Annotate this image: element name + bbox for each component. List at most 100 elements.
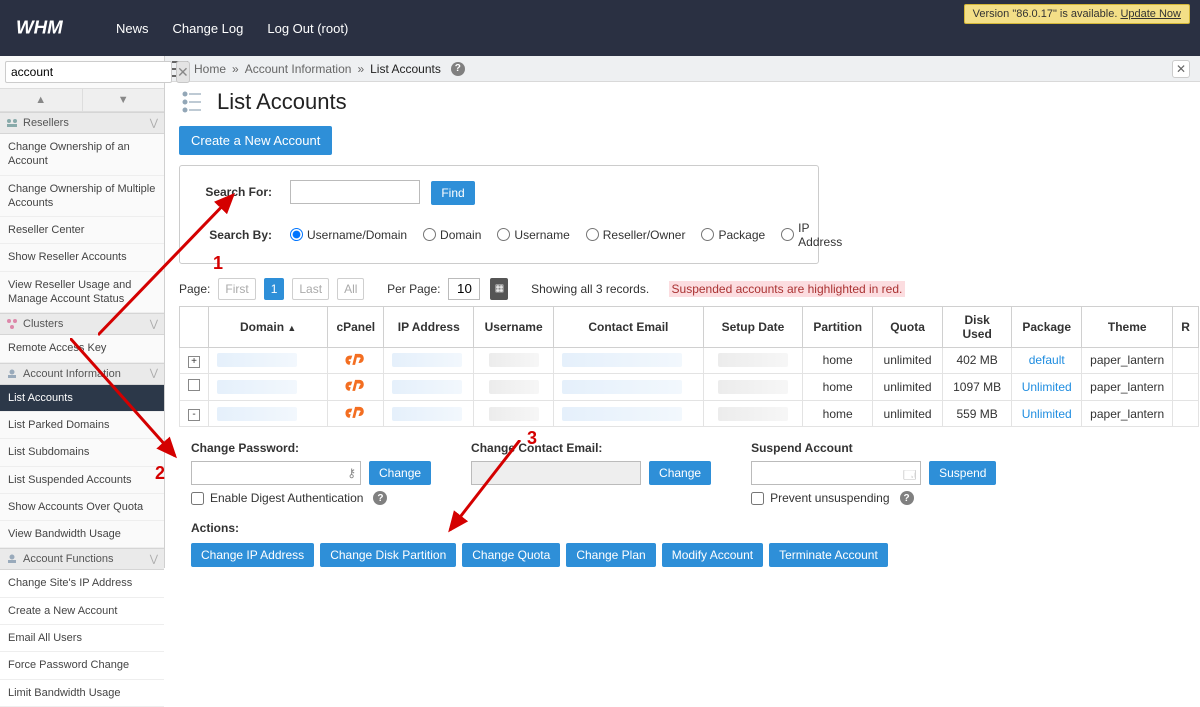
- find-button[interactable]: Find: [431, 181, 474, 205]
- expand-toggle[interactable]: +: [188, 356, 200, 368]
- action-change-quota[interactable]: Change Quota: [462, 543, 560, 567]
- action-change-ip-address[interactable]: Change IP Address: [191, 543, 314, 567]
- page-last[interactable]: Last: [292, 278, 329, 300]
- action-change-disk-partition[interactable]: Change Disk Partition: [320, 543, 456, 567]
- th-expand: [180, 306, 209, 347]
- th-quota[interactable]: Quota: [873, 306, 943, 347]
- action-modify-account[interactable]: Modify Account: [662, 543, 763, 567]
- page-all[interactable]: All: [337, 278, 364, 300]
- update-link[interactable]: Update Now: [1120, 8, 1181, 20]
- radio-username[interactable]: Username: [497, 228, 569, 242]
- category-resellers[interactable]: Resellers ⋁: [0, 112, 164, 134]
- chevron-down-icon: ⋁: [150, 554, 158, 565]
- page-title: List Accounts: [217, 89, 347, 115]
- th-package[interactable]: Package: [1012, 306, 1082, 347]
- sidebar-item[interactable]: Show Accounts Over Quota: [0, 494, 164, 521]
- nav-logout[interactable]: Log Out (root): [267, 21, 348, 36]
- radio-ip-address[interactable]: IP Address: [781, 221, 842, 249]
- th-disk[interactable]: Disk Used: [942, 306, 1011, 347]
- th-ip[interactable]: IP Address: [384, 306, 474, 347]
- th-theme[interactable]: Theme: [1082, 306, 1173, 347]
- sidebar-item[interactable]: View Reseller Usage and Manage Account S…: [0, 272, 164, 314]
- sidebar-item[interactable]: Show Reseller Accounts: [0, 244, 164, 271]
- th-cpanel[interactable]: cPanel: [328, 306, 384, 347]
- nav-news[interactable]: News: [116, 21, 149, 36]
- cpanel-icon[interactable]: [345, 378, 367, 394]
- th-partition[interactable]: Partition: [803, 306, 873, 347]
- sidebar-down-icon[interactable]: ▼: [83, 89, 165, 111]
- sidebar: ✕ ▲ ▼ Resellers ⋁ Change Ownership of an…: [0, 56, 165, 568]
- table-row: -homeunlimited559 MBUnlimitedpaper_lante…: [180, 400, 1199, 427]
- sidebar-item[interactable]: List Suspended Accounts: [0, 467, 164, 494]
- cell-disk: 1097 MB: [942, 374, 1011, 401]
- radio-reseller-owner[interactable]: Reseller/Owner: [586, 228, 686, 242]
- action-change-plan[interactable]: Change Plan: [566, 543, 655, 567]
- resellers-icon: [6, 117, 18, 129]
- cell-quota: unlimited: [873, 400, 943, 427]
- action-terminate-account[interactable]: Terminate Account: [769, 543, 888, 567]
- th-setup[interactable]: Setup Date: [703, 306, 803, 347]
- sidebar-search-input[interactable]: [5, 61, 172, 83]
- sidebar-item[interactable]: Change Ownership of Multiple Accounts: [0, 176, 164, 218]
- page-1[interactable]: 1: [264, 278, 285, 300]
- perpage-input[interactable]: [448, 278, 480, 300]
- crumb-home[interactable]: Home: [194, 62, 226, 76]
- package-link[interactable]: Unlimited: [1022, 380, 1072, 394]
- close-icon[interactable]: ✕: [1172, 60, 1190, 78]
- whm-logo: WHM: [16, 15, 88, 41]
- list-accounts-icon: [179, 88, 207, 116]
- change-password-button[interactable]: Change: [369, 461, 431, 485]
- cell-theme: paper_lantern: [1082, 400, 1173, 427]
- cpanel-icon[interactable]: [345, 352, 367, 368]
- sidebar-item[interactable]: Force Password Change: [0, 652, 164, 679]
- sidebar-item[interactable]: Change Site's IP Address: [0, 570, 164, 597]
- search-for-input[interactable]: [290, 180, 420, 204]
- category-account-information[interactable]: Account Information ⋁: [0, 363, 164, 385]
- category-clusters[interactable]: Clusters ⋁: [0, 313, 164, 335]
- th-email[interactable]: Contact Email: [554, 306, 704, 347]
- suspend-input[interactable]: [751, 461, 921, 485]
- package-link[interactable]: Unlimited: [1022, 407, 1072, 421]
- calendar-icon: 🗔: [903, 466, 916, 487]
- change-email-button[interactable]: Change: [649, 461, 711, 485]
- package-link[interactable]: default: [1029, 353, 1065, 367]
- sidebar-item[interactable]: Reseller Center: [0, 217, 164, 244]
- help-icon[interactable]: ?: [900, 491, 914, 505]
- chevron-down-icon: ⋁: [150, 118, 158, 129]
- th-r[interactable]: R: [1173, 306, 1199, 347]
- prevent-unsuspending-checkbox[interactable]: Prevent unsuspending ?: [751, 491, 996, 505]
- help-icon[interactable]: ?: [373, 491, 387, 505]
- expand-toggle[interactable]: [188, 379, 200, 391]
- create-account-button[interactable]: Create a New Account: [179, 126, 332, 155]
- sidebar-item[interactable]: Limit Bandwidth Usage: [0, 680, 164, 707]
- perpage-selector-icon[interactable]: ▦: [490, 278, 508, 300]
- cell-quota: unlimited: [873, 374, 943, 401]
- change-password-input[interactable]: [191, 461, 361, 485]
- change-email-input[interactable]: [471, 461, 641, 485]
- help-icon[interactable]: ?: [451, 62, 465, 76]
- th-username[interactable]: Username: [474, 306, 554, 347]
- sidebar-item-list-accounts[interactable]: List Accounts: [0, 385, 164, 412]
- category-account-functions[interactable]: Account Functions ⋁: [0, 548, 164, 570]
- sidebar-item[interactable]: List Parked Domains: [0, 412, 164, 439]
- sidebar-clear-icon[interactable]: ✕: [176, 61, 190, 83]
- sidebar-item[interactable]: Create a New Account: [0, 598, 164, 625]
- suspend-button[interactable]: Suspend: [929, 461, 996, 485]
- radio-domain[interactable]: Domain: [423, 228, 481, 242]
- sidebar-item[interactable]: View Bandwidth Usage: [0, 521, 164, 548]
- page-first[interactable]: First: [218, 278, 255, 300]
- sidebar-item[interactable]: List Subdomains: [0, 439, 164, 466]
- sidebar-up-icon[interactable]: ▲: [0, 89, 83, 111]
- radio-username-domain[interactable]: Username/Domain: [290, 228, 407, 242]
- sidebar-item[interactable]: Remote Access Key: [0, 335, 164, 362]
- account-info-icon: [6, 368, 18, 380]
- enable-digest-checkbox[interactable]: Enable Digest Authentication ?: [191, 491, 431, 505]
- expand-toggle[interactable]: -: [188, 409, 200, 421]
- sidebar-item[interactable]: Email All Users: [0, 625, 164, 652]
- crumb-section[interactable]: Account Information: [245, 62, 352, 76]
- nav-changelog[interactable]: Change Log: [173, 21, 244, 36]
- th-domain[interactable]: Domain ▲: [209, 306, 328, 347]
- cpanel-icon[interactable]: [345, 405, 367, 421]
- sidebar-item[interactable]: Change Ownership of an Account: [0, 134, 164, 176]
- radio-package[interactable]: Package: [701, 228, 765, 242]
